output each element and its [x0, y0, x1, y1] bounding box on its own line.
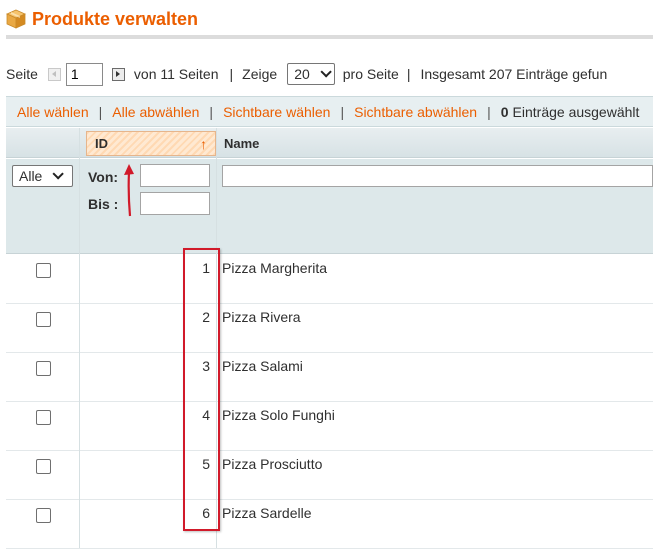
- column-header-id-label: ID: [95, 136, 108, 151]
- row-name-cell: Pizza Salami: [222, 358, 303, 374]
- table-row[interactable]: 1 Pizza Margherita: [6, 255, 653, 304]
- table-row[interactable]: 4 Pizza Solo Funghi: [6, 402, 653, 451]
- arrow-right-icon: [116, 71, 121, 77]
- pager: Seite von 11 Seiten | Zeige 20 pro Seite…: [6, 62, 607, 86]
- next-page-button[interactable]: [111, 67, 125, 81]
- massaction-separator: |: [98, 103, 103, 120]
- table-row[interactable]: 2 Pizza Rivera: [6, 304, 653, 353]
- massaction-separator: |: [209, 103, 214, 120]
- page-label: Seite: [6, 66, 38, 82]
- row-checkbox[interactable]: [36, 459, 51, 474]
- massaction-separator: |: [340, 103, 345, 120]
- id-to-label: Bis :: [88, 196, 119, 212]
- row-checkbox[interactable]: [36, 508, 51, 523]
- column-header-id[interactable]: ID ↑: [86, 131, 216, 156]
- title-divider: [6, 35, 653, 39]
- row-checkbox[interactable]: [36, 410, 51, 425]
- selected-count: 0: [500, 103, 509, 120]
- previous-page-button[interactable]: [47, 67, 61, 81]
- total-pages-text: von 11 Seiten: [133, 66, 219, 82]
- table-row[interactable]: 3 Pizza Salami: [6, 353, 653, 402]
- table-row[interactable]: 6 Pizza Sardelle: [6, 500, 653, 549]
- unselect-visible-link[interactable]: Sichtbare abwählen: [354, 104, 477, 120]
- table-row[interactable]: 5 Pizza Prosciutto: [6, 451, 653, 500]
- products-grid: ID ↑ Name Alle Von: Bis : 1 Pizza Margher…: [6, 128, 653, 549]
- name-filter-input[interactable]: [222, 165, 653, 187]
- pager-separator: |: [229, 66, 234, 82]
- id-highlight-box: [183, 248, 220, 531]
- per-page-value: 20: [294, 66, 310, 82]
- selected-suffix: Einträge ausgewählt: [512, 103, 640, 120]
- box-icon: [6, 9, 26, 29]
- page-header: Produkte verwalten: [6, 6, 198, 32]
- row-name-cell: Pizza Margherita: [222, 260, 328, 276]
- red-arrow-annotation: [124, 164, 134, 217]
- row-checkbox[interactable]: [36, 312, 51, 327]
- show-label: Zeige: [242, 66, 278, 82]
- checkbox-filter-select[interactable]: Alle: [12, 165, 73, 187]
- per-page-select[interactable]: 20: [287, 63, 335, 85]
- pager-separator: |: [406, 66, 411, 82]
- massaction-bar: Alle wählen | Alle abwählen | Sichtbare …: [6, 96, 653, 127]
- column-header-name-label: Name: [224, 135, 260, 151]
- page-title: Produkte verwalten: [32, 8, 199, 29]
- select-all-link[interactable]: Alle wählen: [17, 104, 89, 120]
- page-number-input[interactable]: [65, 62, 103, 86]
- row-name-cell: Pizza Sardelle: [222, 505, 312, 521]
- checkbox-filter-value: Alle: [19, 168, 43, 184]
- grid-filter-row: Alle Von: Bis :: [6, 159, 653, 254]
- row-name-cell: Pizza Solo Funghi: [222, 407, 335, 423]
- row-name-cell: Pizza Rivera: [222, 309, 301, 325]
- massaction-separator: |: [487, 103, 491, 120]
- chevron-down-icon: [52, 168, 65, 180]
- row-checkbox[interactable]: [36, 263, 51, 278]
- row-name-cell: Pizza Prosciutto: [222, 456, 323, 472]
- sort-ascending-icon: ↑: [200, 135, 207, 152]
- id-from-label: Von:: [88, 169, 119, 185]
- arrow-left-icon: [52, 71, 57, 77]
- per-page-suffix: pro Seite: [342, 66, 399, 82]
- unselect-all-link[interactable]: Alle abwählen: [112, 104, 199, 120]
- column-header-name[interactable]: Name: [222, 128, 259, 158]
- id-to-input[interactable]: [140, 192, 210, 215]
- grid-header-row: ID ↑ Name: [6, 128, 653, 158]
- column-divider: [79, 128, 80, 548]
- select-visible-link[interactable]: Sichtbare wählen: [223, 104, 330, 120]
- id-from-input[interactable]: [140, 164, 210, 187]
- row-checkbox[interactable]: [36, 361, 51, 376]
- chevron-down-icon: [320, 66, 332, 78]
- total-records-text: Insgesamt 207 Einträge gefun: [420, 66, 608, 82]
